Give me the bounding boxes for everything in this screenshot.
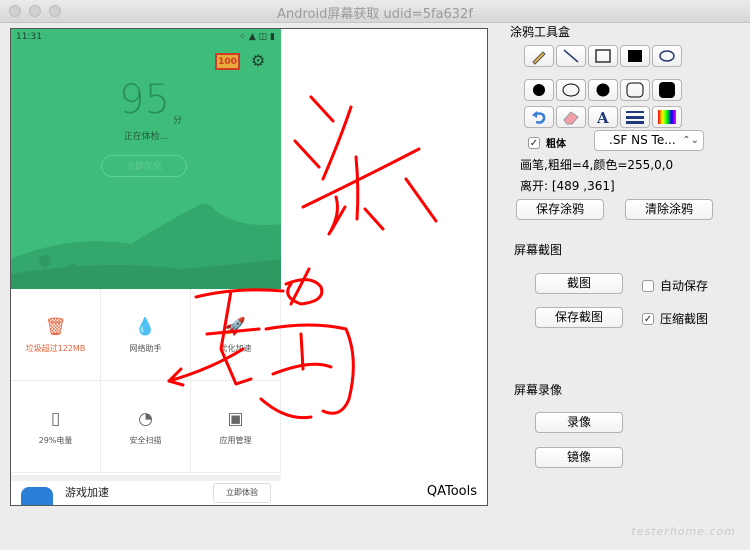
bold-label: 粗体 (546, 139, 566, 150)
chevron-updown-icon: ⌃⌄ (682, 135, 699, 146)
circle-outline-icon (562, 83, 580, 97)
window-titlebar: Android屏幕获取 udid=5fa632f (0, 0, 750, 23)
eraser-button[interactable] (556, 106, 586, 128)
auto-save-label: 自动保存 (660, 279, 709, 293)
undo-button[interactable] (524, 106, 554, 128)
pen-info: 画笔,粗细=4,颜色=255,0,0 (520, 158, 674, 172)
mountain-illustration (11, 203, 281, 289)
health-score: 95 (119, 77, 170, 123)
rect-outline-tool-button[interactable] (588, 45, 618, 67)
color-picker-button[interactable] (652, 106, 682, 128)
badge-100[interactable]: 100 (215, 53, 240, 70)
battery-icon: ▯ (50, 409, 61, 429)
window-title: Android屏幕获取 udid=5fa632f (277, 7, 473, 22)
bold-check-box[interactable]: ✓ (528, 136, 540, 149)
compress-checkbox[interactable]: ✓ 压缩截图 (642, 310, 708, 327)
action-tool-row: A (524, 106, 682, 128)
auto-save-checkbox[interactable]: 自动保存 (642, 277, 708, 294)
shape-tool-row (524, 45, 682, 67)
gear-icon[interactable]: ⚙ (251, 51, 265, 70)
tile-security[interactable]: ◔ 安全扫描 (101, 381, 191, 473)
eraser-icon (563, 111, 579, 125)
brush-rounded-filled-button[interactable] (652, 79, 682, 101)
record-button[interactable]: 录像 (535, 412, 623, 433)
trash-icon: 🗑 (44, 317, 67, 337)
status-icons: ⁘ ▲ ◫ ▮ (238, 32, 275, 42)
ellipse-icon (659, 50, 675, 62)
doodle-canvas[interactable]: 11:31 ⁘ ▲ ◫ ▮ 100 ⚙ 95 分 正在体检... 立即优化 🗑 … (10, 28, 488, 506)
android-icon: ▣ (227, 409, 244, 429)
line-width-button[interactable] (620, 106, 650, 128)
save-doodle-button[interactable]: 保存涂鸦 (516, 199, 604, 220)
leave-position-info: 离开: [489 ,361] (520, 179, 615, 193)
text-tool-button[interactable]: A (588, 106, 618, 128)
ellipse-tool-button[interactable] (652, 45, 682, 67)
font-select[interactable]: .SF NS Te... ⌃⌄ (594, 130, 704, 151)
capture-button[interactable]: 截图 (535, 273, 623, 294)
rect-filled-tool-button[interactable] (620, 45, 650, 67)
svg-text:A: A (596, 109, 609, 125)
tile-label: 安全扫描 (129, 436, 162, 445)
line-tool-button[interactable] (556, 45, 586, 67)
bold-checkbox[interactable]: ✓ 粗体 (528, 135, 566, 150)
screenshot-section-title: 屏幕截图 (514, 243, 563, 257)
circle-filled-icon (533, 84, 545, 96)
mirror-button[interactable]: 镜像 (535, 447, 623, 468)
compress-check-box[interactable]: ✓ (642, 312, 654, 325)
font-select-value: .SF NS Te... (609, 133, 676, 147)
save-capture-button[interactable]: 保存截图 (535, 307, 623, 328)
score-unit: 分 (173, 116, 183, 126)
drop-icon: 💧 (134, 317, 157, 337)
tile-speedup[interactable]: 🚀 优化加速 (191, 289, 281, 381)
brush-circle-outline-button[interactable] (556, 79, 586, 101)
rounded-square-outline-icon (626, 82, 644, 98)
phone-screen: 11:31 ⁘ ▲ ◫ ▮ 100 ⚙ 95 分 正在体检... 立即优化 🗑 … (11, 29, 281, 505)
tool-grid: 🗑 垃圾超过122MB 💧 网络助手 🚀 优化加速 ▯ 29%电量 ◔ 安全扫描… (11, 289, 281, 475)
auto-save-check-box[interactable] (642, 279, 654, 292)
game-app-icon (21, 487, 53, 505)
brush-rounded-outline-button[interactable] (620, 79, 650, 101)
tile-label: 优化加速 (219, 344, 252, 353)
tile-battery[interactable]: ▯ 29%电量 (11, 381, 101, 473)
game-label: 游戏加速 (65, 486, 109, 499)
line-width-icon (626, 111, 644, 124)
color-spectrum-icon (658, 110, 676, 124)
pencil-icon (532, 51, 546, 65)
rounded-square-filled-icon (659, 82, 675, 98)
canvas-watermark: QATools (426, 484, 477, 499)
undo-icon (532, 111, 546, 124)
scan-icon: ◔ (138, 409, 153, 429)
brush-circle-filled-button[interactable] (524, 79, 554, 101)
record-section-title: 屏幕录像 (514, 383, 563, 397)
tile-label: 29%电量 (38, 436, 73, 445)
checking-text: 正在体检... (123, 132, 169, 142)
rocket-icon: 🚀 (224, 317, 247, 337)
brush-shape-row (524, 79, 682, 101)
compress-label: 压缩截图 (660, 312, 709, 326)
brush-octagon-button[interactable] (588, 79, 618, 101)
tile-network[interactable]: 💧 网络助手 (101, 289, 191, 381)
clear-doodle-button[interactable]: 清除涂鸦 (625, 199, 713, 220)
rect-filled-icon (628, 50, 642, 62)
game-try-button[interactable]: 立即体验 (213, 483, 271, 503)
rect-outline-icon (595, 49, 611, 63)
status-time: 11:31 (16, 32, 42, 42)
tile-label: 垃圾超过122MB (25, 344, 86, 353)
site-watermark: testerhome.com (631, 525, 736, 538)
tile-apps[interactable]: ▣ 应用管理 (191, 381, 281, 473)
tile-label: 应用管理 (219, 436, 252, 445)
octagon-icon (596, 83, 610, 97)
game-boost-row: 游戏加速 立即体验 (11, 475, 281, 505)
tile-label: 网络助手 (129, 344, 162, 353)
text-a-icon: A (596, 109, 609, 125)
tile-cleanup[interactable]: 🗑 垃圾超过122MB (11, 289, 101, 381)
optimize-button[interactable]: 立即优化 (101, 155, 187, 177)
health-panel: 11:31 ⁘ ▲ ◫ ▮ 100 ⚙ 95 分 正在体检... 立即优化 (11, 29, 281, 289)
line-icon (563, 49, 579, 63)
toolbox-title: 涂鸦工具盒 (510, 25, 571, 39)
pencil-tool-button[interactable] (524, 45, 554, 67)
